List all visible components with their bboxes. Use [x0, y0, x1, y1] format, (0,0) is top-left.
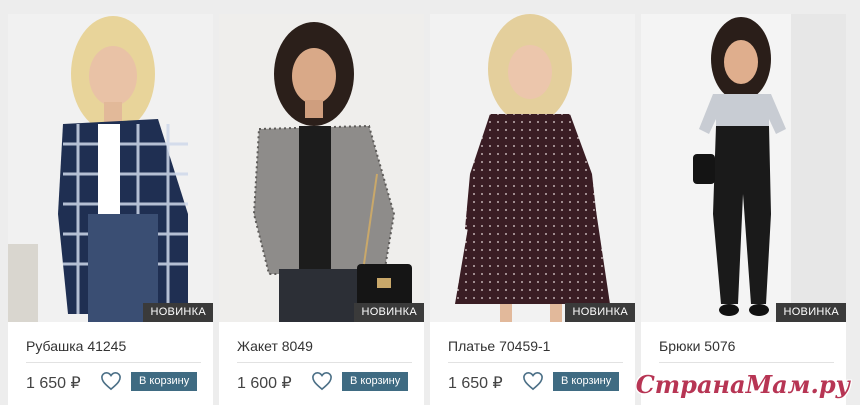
leather-pants-photo[interactable]: НОВИНКА: [641, 14, 846, 322]
tweed-jacket-photo[interactable]: НОВИНКА: [219, 14, 424, 322]
product-card[interactable]: НОВИНКА Рубашка 41245 1 650 ₽ В корзину: [8, 14, 213, 405]
add-to-cart-button[interactable]: В корзину: [342, 372, 409, 391]
new-badge: НОВИНКА: [354, 303, 424, 322]
divider: [659, 362, 834, 363]
product-title[interactable]: Рубашка 41245: [26, 338, 126, 354]
heart-icon[interactable]: [311, 371, 333, 391]
divider: [26, 362, 201, 363]
new-badge: НОВИНКА: [776, 303, 846, 322]
new-badge: НОВИНКА: [565, 303, 635, 322]
product-price: 1 650 ₽: [448, 375, 503, 392]
polka-dot-dress-photo[interactable]: НОВИНКА: [430, 14, 635, 322]
heart-icon[interactable]: [100, 371, 122, 391]
product-card[interactable]: НОВИНКА Брюки 5076: [641, 14, 846, 405]
divider: [448, 362, 623, 363]
new-badge: НОВИНКА: [143, 303, 213, 322]
heart-icon[interactable]: [522, 371, 544, 391]
add-to-cart-button[interactable]: В корзину: [553, 372, 620, 391]
add-to-cart-button[interactable]: В корзину: [131, 372, 198, 391]
plaid-shirt-photo[interactable]: НОВИНКА: [8, 14, 213, 322]
product-title[interactable]: Брюки 5076: [659, 338, 735, 354]
product-price: 1 650 ₽: [26, 375, 81, 392]
product-price: 1 600 ₽: [237, 375, 292, 392]
divider: [237, 362, 412, 363]
product-card[interactable]: НОВИНКА Жакет 8049 1 600 ₽ В корзину: [219, 14, 424, 405]
product-card[interactable]: НОВИНКА Платье 70459-1 1 650 ₽ В корзину: [430, 14, 635, 405]
site-watermark: СтранаМам.ру: [635, 370, 850, 399]
product-title[interactable]: Платье 70459-1: [448, 338, 550, 354]
product-grid: НОВИНКА Рубашка 41245 1 650 ₽ В корзину: [8, 14, 846, 405]
product-title[interactable]: Жакет 8049: [237, 338, 313, 354]
